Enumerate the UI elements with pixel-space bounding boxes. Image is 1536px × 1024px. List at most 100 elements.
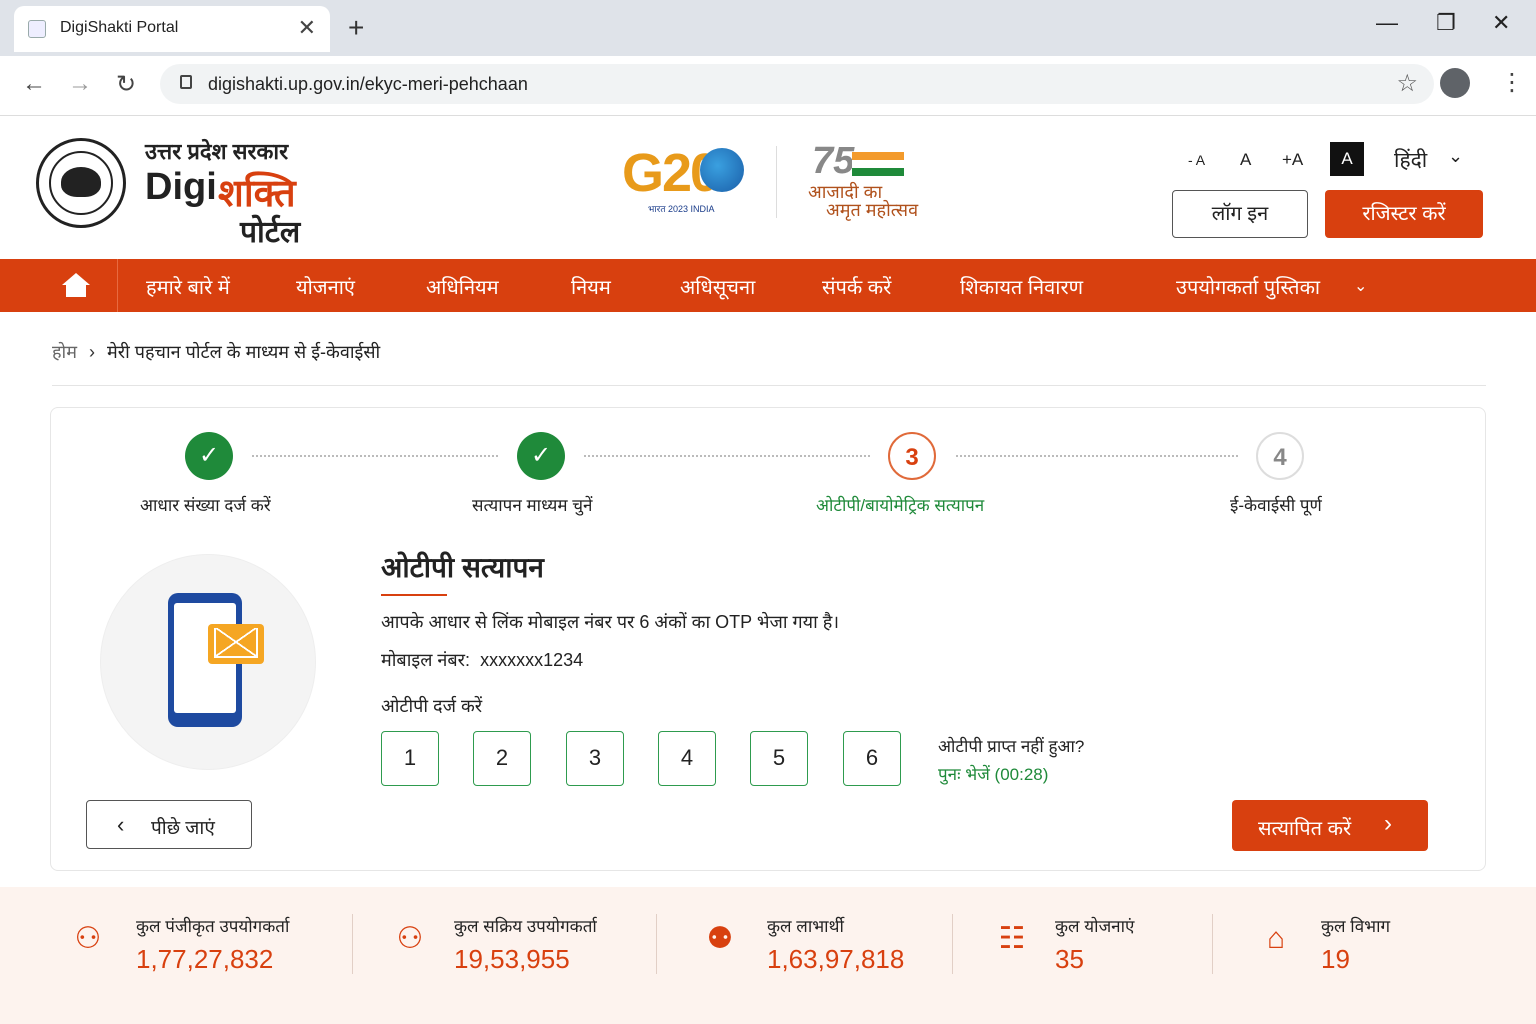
step-1-label: आधार संख्या दर्ज करें	[140, 496, 271, 515]
otp-description: आपके आधार से लिंक मोबाइल नंबर पर 6 अंकों…	[381, 612, 840, 632]
menu-contact[interactable]: संपर्क करें	[822, 273, 891, 300]
otp-digit-3[interactable]: 3	[566, 731, 624, 786]
stat-label-active: कुल सक्रिय उपयोगकर्ता	[454, 917, 597, 936]
menu-notifications[interactable]: अधिसूचना	[680, 273, 755, 300]
stat-value-registered: 1,77,27,832	[136, 944, 274, 974]
chevron-down-icon[interactable]: ⌄	[1448, 146, 1463, 167]
minimize-icon[interactable]: —	[1376, 10, 1398, 36]
stat-divider	[952, 914, 953, 974]
menu-chevron-down-icon[interactable]: ⌄	[1354, 276, 1367, 296]
back-button[interactable]: ‹ पीछे जाएं	[86, 800, 252, 849]
g20-subtitle: भारत 2023 INDIA	[648, 204, 715, 214]
otp-digit-1[interactable]: 1	[381, 731, 439, 786]
tricolor-flag-icon	[852, 152, 904, 176]
verify-button[interactable]: सत्यापित करें ›	[1232, 800, 1428, 851]
stat-label-beneficiaries: कुल लाभार्थी	[767, 917, 844, 936]
user-icon: ⚇	[74, 922, 102, 955]
stat-value-schemes: 35	[1055, 944, 1084, 974]
step-3-number: 3	[888, 432, 936, 480]
stat-value-beneficiaries: 1,63,97,818	[767, 944, 905, 974]
chevron-right-icon: ›	[1384, 810, 1392, 837]
favicon-icon	[28, 20, 46, 38]
breadcrumb-chevron-icon: ›	[88, 342, 95, 362]
logo-digi: Digi	[145, 166, 217, 208]
mobile-value: xxxxxxx1234	[480, 650, 584, 670]
envelope-icon	[208, 624, 264, 664]
forward-arrow-icon[interactable]: →	[68, 70, 92, 98]
step-connector	[252, 455, 498, 457]
tab-title: DigiShakti Portal	[60, 19, 179, 36]
lock-icon	[180, 75, 192, 89]
language-select[interactable]: हिंदी	[1394, 146, 1427, 174]
stat-value-departments: 19	[1321, 944, 1350, 974]
step-1-check-icon: ✓	[185, 432, 233, 480]
logo-portal: पोर्टल	[240, 216, 301, 249]
bookmark-star-icon[interactable]: ☆	[1396, 69, 1418, 98]
close-tab-icon[interactable]: ✕	[298, 15, 316, 41]
font-increase-button[interactable]: +A	[1282, 150, 1303, 170]
azadi-75: 75	[812, 140, 855, 182]
otp-enter-label: ओटीपी दर्ज करें	[381, 696, 483, 716]
step-connector	[584, 455, 870, 457]
back-arrow-icon[interactable]: ←	[22, 70, 46, 98]
menu-about[interactable]: हमारे बारे में	[146, 273, 230, 300]
stat-label-schemes: कुल योजनाएं	[1055, 917, 1135, 936]
chevron-left-icon: ‹	[117, 812, 125, 837]
reload-icon[interactable]: ↻	[116, 70, 136, 99]
back-label: पीछे जाएं	[151, 818, 215, 839]
browser-tab[interactable]: DigiShakti Portal ✕	[14, 6, 330, 52]
menu-user-manual[interactable]: उपयोगकर्ता पुस्तिका	[1176, 273, 1320, 300]
otp-not-received: ओटीपी प्राप्त नहीं हुआ?	[938, 737, 1085, 756]
resend-otp-link[interactable]: पुनः भेजें (00:28)	[938, 762, 1048, 785]
breadcrumb-home[interactable]: होम	[52, 342, 77, 362]
otp-digit-2[interactable]: 2	[473, 731, 531, 786]
logo-divider	[776, 146, 777, 218]
font-decrease-button[interactable]: - A	[1188, 152, 1205, 168]
menu-schemes[interactable]: योजनाएं	[296, 273, 355, 300]
azadi-line2: अमृत महोत्सव	[826, 200, 919, 220]
new-tab-icon[interactable]: +	[348, 12, 364, 44]
active-user-icon: ⚇	[396, 922, 424, 955]
menu-rules[interactable]: नियम	[571, 273, 611, 300]
profile-icon[interactable]	[1440, 68, 1470, 98]
url-bar[interactable]: digishakti.up.gov.in/ekyc-meri-pehchaan …	[160, 64, 1434, 104]
step-connector	[956, 455, 1238, 457]
stat-divider	[1212, 914, 1213, 974]
group-icon: ⚉	[706, 922, 734, 955]
step-4-number: 4	[1256, 432, 1304, 480]
menu-acts[interactable]: अधिनियम	[426, 273, 499, 300]
title-underline	[381, 594, 447, 596]
menu-grievance[interactable]: शिकायत निवारण	[960, 273, 1083, 300]
gov-name: उत्तर प्रदेश सरकार	[145, 139, 289, 164]
url-text: digishakti.up.gov.in/ekyc-meri-pehchaan	[208, 74, 528, 94]
verify-label: सत्यापित करें	[1258, 818, 1352, 840]
mobile-number: मोबाइल नंबर: xxxxxxx1234	[381, 648, 583, 672]
stat-divider	[656, 914, 657, 974]
otp-digit-6[interactable]: 6	[843, 731, 901, 786]
breadcrumb-current: मेरी पहचान पोर्टल के माध्यम से ई-केवाईसी	[106, 342, 381, 362]
otp-digit-4[interactable]: 4	[658, 731, 716, 786]
step-4-label: ई-केवाईसी पूर्ण	[1230, 496, 1322, 515]
register-button[interactable]: रजिस्टर करें	[1325, 190, 1483, 238]
mobile-label: मोबाइल नंबर:	[381, 650, 471, 670]
g20-globe-icon	[700, 148, 744, 192]
checklist-icon: ☷	[998, 922, 1026, 955]
building-icon: ⌂	[1266, 922, 1286, 955]
restore-icon[interactable]: ❐	[1436, 10, 1456, 36]
up-emblem-icon	[36, 138, 126, 228]
login-button[interactable]: लॉग इन	[1172, 190, 1308, 238]
divider	[52, 385, 1486, 386]
stat-divider	[352, 914, 353, 974]
font-normal-button[interactable]: A	[1240, 150, 1251, 170]
stat-value-active: 19,53,955	[454, 944, 570, 974]
home-icon[interactable]	[36, 259, 118, 312]
otp-title: ओटीपी सत्यापन	[381, 552, 544, 583]
menu-kebab-icon[interactable]: ⋮	[1500, 68, 1524, 97]
step-2-check-icon: ✓	[517, 432, 565, 480]
step-3-label: ओटीपी/बायोमेट्रिक सत्यापन	[816, 496, 985, 515]
otp-digit-5[interactable]: 5	[750, 731, 808, 786]
close-window-icon[interactable]: ✕	[1492, 10, 1510, 36]
stat-label-registered: कुल पंजीकृत उपयोगकर्ता	[136, 917, 290, 936]
contrast-button[interactable]: A	[1330, 142, 1364, 176]
stat-label-departments: कुल विभाग	[1321, 917, 1391, 936]
